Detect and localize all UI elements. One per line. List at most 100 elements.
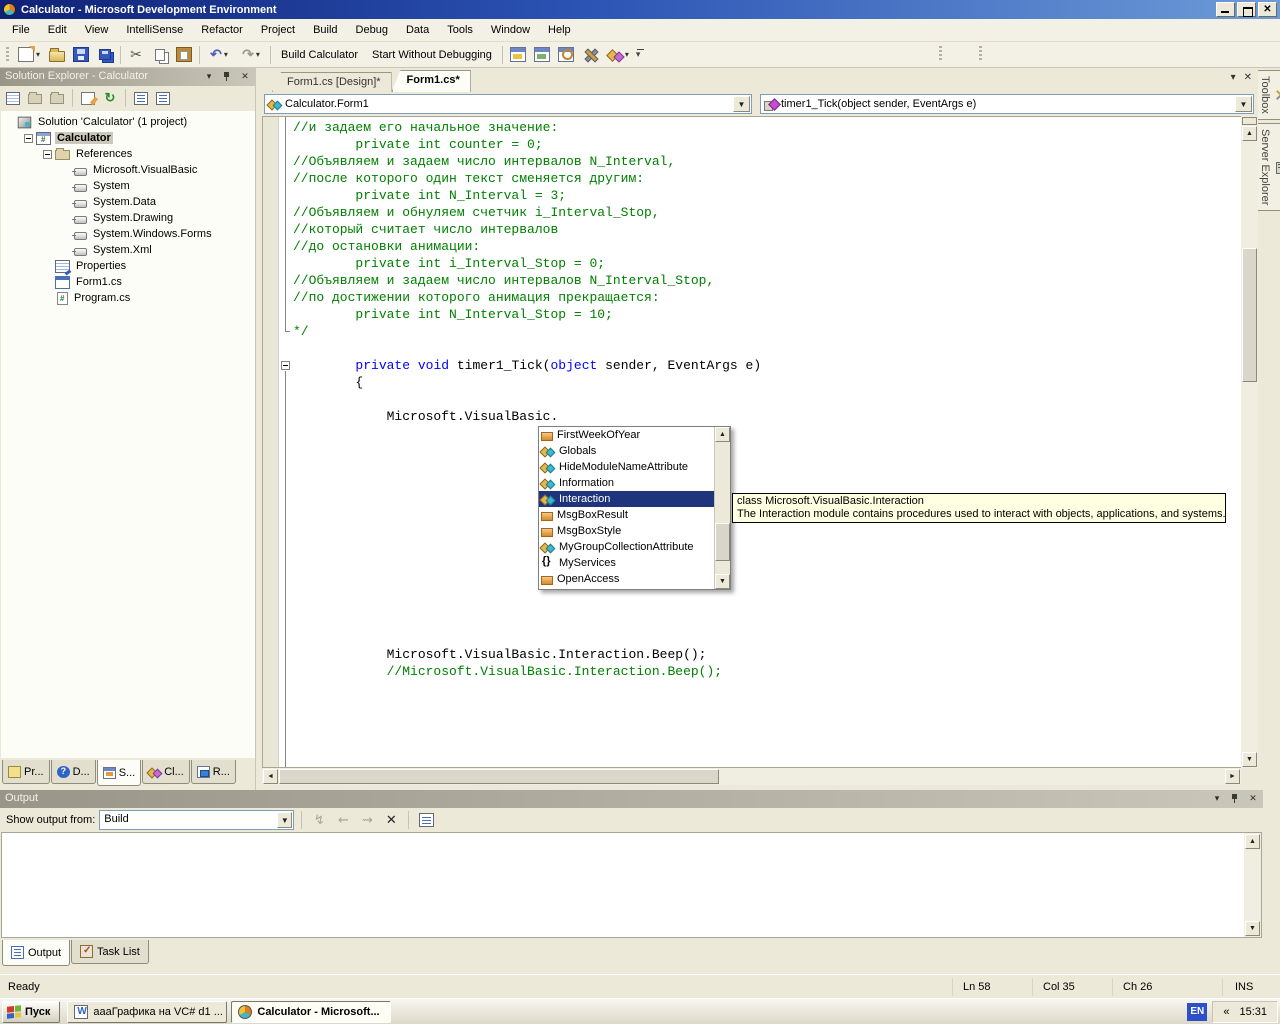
document-list-icon[interactable]: ▾ — [1231, 72, 1236, 83]
tree-item[interactable]: Solution 'Calculator' (1 project) — [1, 114, 255, 130]
collapse-toggle-icon[interactable] — [281, 361, 290, 370]
build-calculator-button[interactable]: Build Calculator — [274, 44, 365, 66]
intellisense-item[interactable]: MsgBoxResult — [539, 507, 714, 523]
bottom-panel-tab[interactable]: Task List — [71, 940, 149, 964]
menu-item[interactable]: View — [76, 21, 118, 39]
scroll-up-icon[interactable]: ▲ — [1242, 126, 1257, 141]
close-button[interactable] — [1258, 2, 1277, 17]
menu-item[interactable]: Data — [397, 21, 438, 39]
close-panel-icon[interactable]: ✕ — [1246, 792, 1260, 805]
solution-explorer-button[interactable] — [506, 44, 530, 66]
tree-item[interactable]: System.Data — [1, 194, 255, 210]
intellisense-item[interactable]: Globals — [539, 443, 714, 459]
tree-item[interactable]: System.Xml — [1, 242, 255, 258]
editor-horizontal-scrollbar[interactable]: ◄ ► — [262, 768, 1241, 785]
tree-item[interactable]: System — [1, 178, 255, 194]
menu-item[interactable]: Edit — [39, 21, 76, 39]
dropdown-arrow-icon[interactable]: ▼ — [733, 96, 750, 112]
start-button[interactable]: Пуск — [2, 1001, 60, 1023]
start-without-debugging-button[interactable]: Start Without Debugging — [365, 44, 499, 66]
menu-item[interactable]: File — [3, 21, 39, 39]
open-file-button[interactable] — [45, 44, 69, 66]
auto-hide-pin-icon[interactable] — [220, 70, 234, 83]
output-text-area[interactable]: ▲ ▼ — [1, 832, 1262, 938]
expand-folder-button[interactable] — [47, 88, 67, 108]
view-code-button[interactable] — [78, 88, 98, 108]
selection-margin[interactable] — [263, 117, 279, 768]
output-scrollbar[interactable]: ▲ ▼ — [1244, 833, 1261, 937]
bottom-panel-tab[interactable]: Output — [2, 940, 70, 966]
members-combobox[interactable]: timer1_Tick(object sender, EventArgs e) … — [760, 94, 1254, 114]
scrollbar-thumb[interactable] — [279, 769, 719, 784]
autohide-tab[interactable]: Toolbox — [1258, 70, 1280, 120]
intellisense-item[interactable]: FirstWeekOfYear — [539, 427, 714, 443]
menu-item[interactable]: Tools — [438, 21, 482, 39]
toolbar-grip[interactable] — [979, 46, 982, 62]
toolbar-overflow-button[interactable] — [634, 44, 648, 66]
document-tab[interactable]: Form1.cs* — [392, 70, 471, 92]
previous-message-icon[interactable]: ⇜ — [333, 810, 353, 830]
scroll-up-icon[interactable]: ▲ — [715, 427, 730, 442]
intellisense-scrollbar[interactable]: ▲ ▼ — [714, 427, 730, 589]
tool-window-tab[interactable]: R... — [191, 760, 236, 784]
autohide-tab[interactable]: Server Explorer — [1258, 123, 1280, 211]
scroll-up-icon[interactable]: ▲ — [1245, 834, 1260, 849]
tool-window-tab[interactable]: D... — [51, 760, 96, 784]
menu-item[interactable]: Build — [304, 21, 346, 39]
close-panel-icon[interactable]: ✕ — [238, 70, 252, 83]
window-position-menu-icon[interactable]: ▾ — [202, 70, 216, 83]
scroll-down-icon[interactable]: ▼ — [1242, 752, 1257, 767]
tree-item[interactable]: System.Windows.Forms — [1, 226, 255, 242]
output-source-combobox[interactable]: Build ▼ — [99, 810, 294, 830]
taskbar-task-button[interactable]: аааГрафика на VC# d1 ... — [67, 1001, 227, 1023]
editor-vertical-scrollbar[interactable]: ▲ ▼ — [1241, 116, 1258, 768]
menu-item[interactable]: Project — [252, 21, 304, 39]
toolbox-button[interactable] — [578, 44, 602, 66]
menu-item[interactable]: IntelliSense — [117, 21, 192, 39]
code-lines[interactable]: //и задаем его начальное значение: priva… — [293, 119, 1241, 680]
tree-item[interactable]: Properties — [1, 258, 255, 274]
properties-button[interactable] — [3, 88, 23, 108]
show-all-files-button[interactable] — [25, 88, 45, 108]
window-position-menu-icon[interactable]: ▾ — [1210, 792, 1224, 805]
scroll-right-icon[interactable]: ► — [1225, 769, 1240, 784]
tool-window-tab[interactable]: Cl... — [142, 760, 190, 784]
view-object-browser-button[interactable] — [153, 88, 173, 108]
toolbar-grip[interactable] — [939, 46, 942, 62]
tree-expander-icon[interactable] — [24, 134, 33, 143]
scrollbar-thumb[interactable] — [1242, 248, 1257, 382]
menu-item[interactable]: Refactor — [192, 21, 252, 39]
menu-item[interactable]: Window — [482, 21, 539, 39]
new-item-button[interactable]: ▾ — [13, 44, 45, 66]
word-wrap-icon[interactable] — [416, 810, 436, 830]
class-view-button[interactable]: ▾ — [602, 44, 634, 66]
menu-item[interactable]: Debug — [347, 21, 397, 39]
dropdown-arrow-icon[interactable]: ▼ — [277, 812, 292, 828]
tree-expander-icon[interactable] — [43, 150, 52, 159]
object-browser-button[interactable] — [554, 44, 578, 66]
tree-item[interactable]: Calculator — [1, 130, 255, 146]
scroll-down-icon[interactable]: ▼ — [715, 574, 730, 589]
scroll-down-icon[interactable]: ▼ — [1245, 921, 1260, 936]
undo-button[interactable]: ↶▾ — [203, 44, 235, 66]
next-message-icon[interactable]: ⇝ — [357, 810, 377, 830]
scroll-left-icon[interactable]: ◄ — [263, 769, 278, 784]
intellisense-item[interactable]: MyGroupCollectionAttribute — [539, 539, 714, 555]
cut-button[interactable]: ✂ — [124, 44, 148, 66]
toolbar-grip[interactable] — [6, 47, 9, 63]
clear-all-icon[interactable]: ✕ — [381, 810, 401, 830]
redo-button[interactable]: ↷▾ — [235, 44, 267, 66]
intellisense-item[interactable]: Information — [539, 475, 714, 491]
tool-window-tab[interactable]: Pr... — [2, 760, 50, 784]
minimize-button[interactable] — [1216, 2, 1235, 17]
save-all-button[interactable] — [93, 44, 117, 66]
save-button[interactable] — [69, 44, 93, 66]
intellisense-item[interactable]: MsgBoxStyle — [539, 523, 714, 539]
tree-item[interactable]: References — [1, 146, 255, 162]
splitter-box[interactable] — [1242, 117, 1257, 125]
intellisense-item[interactable]: OpenAccess — [539, 571, 714, 587]
dropdown-arrow-icon[interactable]: ▼ — [1235, 96, 1252, 112]
taskbar-task-button[interactable]: Calculator - Microsoft... — [231, 1001, 391, 1023]
tree-item[interactable]: Program.cs — [1, 290, 255, 306]
tray-chevron-icon[interactable]: « — [1223, 1006, 1229, 1018]
